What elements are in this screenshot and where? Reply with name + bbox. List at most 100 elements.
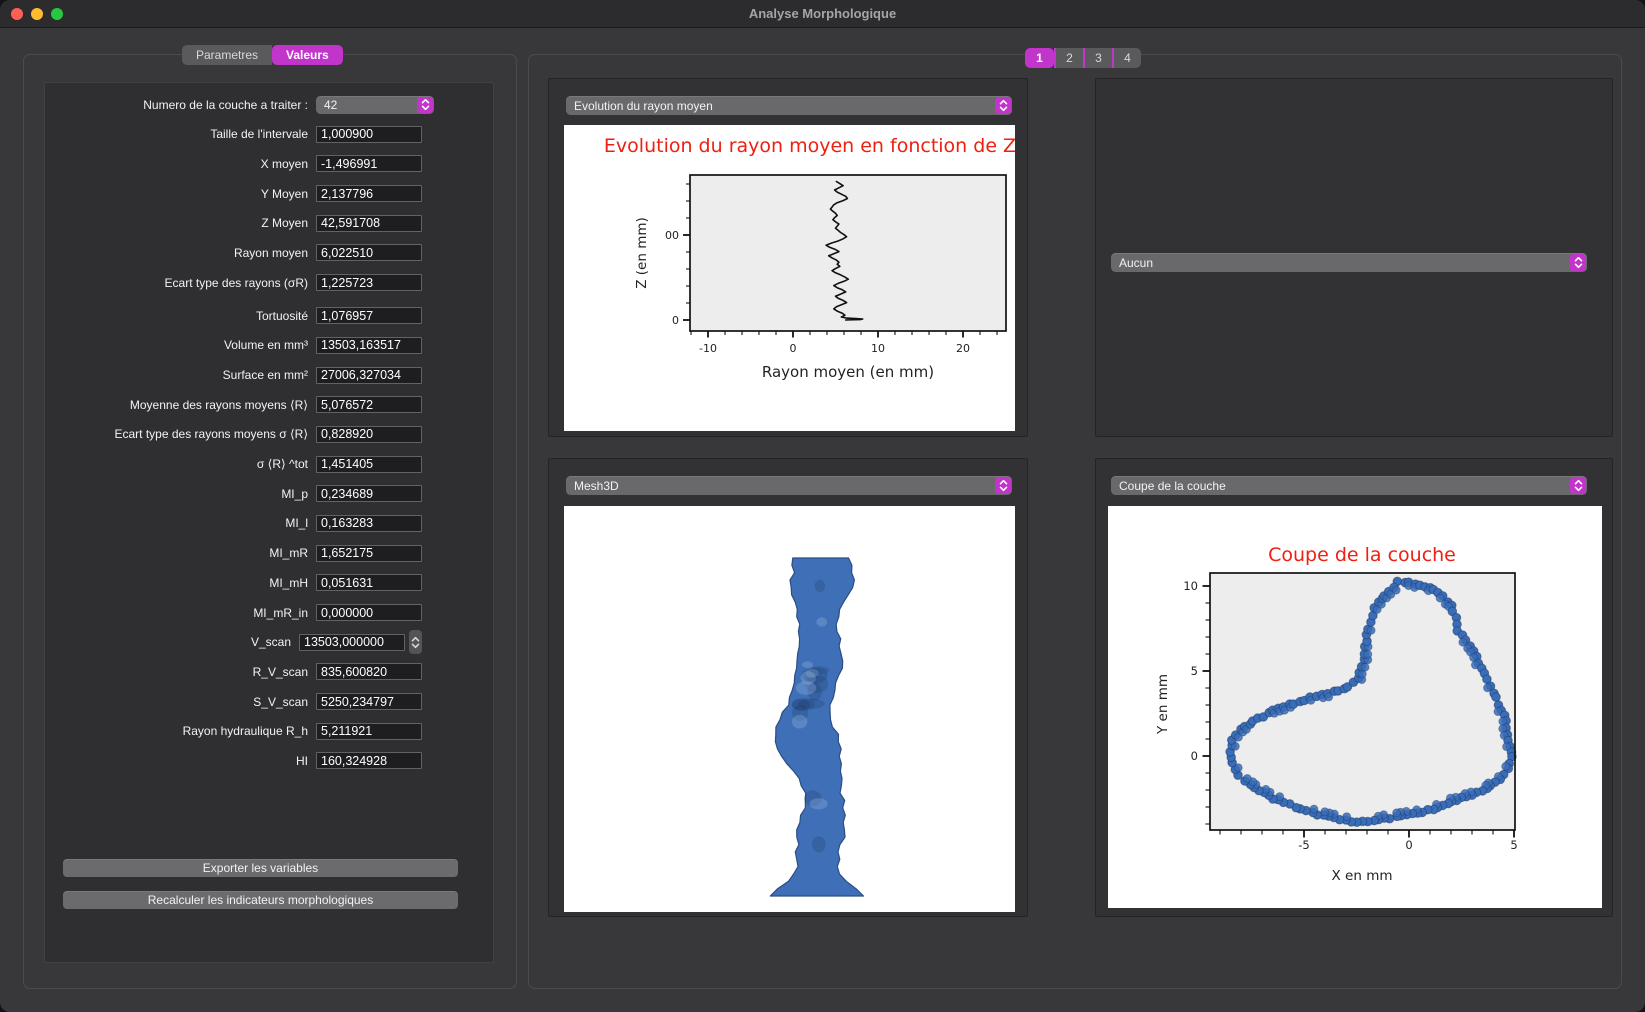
field-row: HI	[45, 752, 422, 769]
value-field-tortuosit[interactable]	[316, 307, 422, 324]
mesh3d-dropdown[interactable]: Mesh3D	[566, 476, 1012, 495]
value-field-ecart-type-des-rayons-moyens-r[interactable]	[316, 426, 422, 443]
field-row: Volume en mm³	[45, 337, 422, 354]
evolution-chart-svg: Evolution du rayon moyen en fonction de …	[564, 125, 1015, 431]
svg-text:0: 0	[790, 342, 797, 355]
page-tab-1[interactable]: 1	[1025, 48, 1054, 68]
field-label: Volume en mm³	[45, 338, 316, 352]
evolution-panel: Evolution du rayon moyen Evolution du ra…	[548, 78, 1028, 437]
value-field-ecart-type-des-rayons-r[interactable]	[316, 274, 422, 291]
field-row: Y Moyen	[45, 185, 422, 202]
field-row: X moyen	[45, 155, 422, 172]
value-field-r-tot[interactable]	[316, 456, 422, 473]
titlebar: Analyse Morphologique	[0, 0, 1645, 28]
zoom-window-button[interactable]	[51, 8, 63, 20]
coupe-dropdown[interactable]: Coupe de la couche	[1111, 476, 1587, 495]
fields-list: Numero de la couche a traiter : 42 Taille …	[45, 96, 422, 782]
field-label: Numero de la couche a traiter :	[45, 98, 316, 112]
field-label: Moyenne des rayons moyens ⟨R⟩	[45, 398, 316, 412]
svg-text:10: 10	[871, 342, 885, 355]
page-tab-2[interactable]: 2	[1054, 48, 1083, 68]
svg-text:20: 20	[956, 342, 970, 355]
value-field-hi[interactable]	[316, 752, 422, 769]
value-field-mi-mr-in[interactable]	[316, 604, 422, 621]
field-row: Moyenne des rayons moyens ⟨R⟩	[45, 396, 422, 413]
field-row: Taille de l'intervale	[45, 126, 422, 143]
export-variables-button[interactable]: Exporter les variables	[63, 859, 458, 877]
svg-text:5: 5	[1191, 664, 1198, 678]
field-row: σ ⟨R⟩ ^tot	[45, 456, 422, 473]
value-field-mi-mr[interactable]	[316, 545, 422, 562]
dropdown-label: 42	[324, 98, 337, 112]
field-row: Ecart type des rayons (σR)	[45, 274, 422, 291]
svg-text:Y en mm: Y en mm	[1155, 674, 1171, 735]
svg-text:10: 10	[1183, 579, 1198, 593]
field-label: Rayon moyen	[45, 246, 316, 260]
stepper-icon	[417, 97, 433, 113]
field-row: R_V_scan	[45, 663, 422, 680]
field-label: Surface en mm²	[45, 368, 316, 382]
field-row: MI_mR_in	[45, 604, 422, 621]
value-field-mi-p[interactable]	[316, 485, 422, 502]
value-field-rayon-hydraulique-r-h[interactable]	[316, 723, 422, 740]
svg-text:00: 00	[665, 229, 679, 242]
page-tab-3[interactable]: 3	[1083, 48, 1112, 68]
app-window: Analyse Morphologique ParametresValeurs …	[0, 0, 1645, 1012]
value-field-mi-mh[interactable]	[316, 574, 422, 591]
dropdown-label: Evolution du rayon moyen	[574, 99, 713, 113]
field-label: MI_mH	[45, 576, 316, 590]
window-title: Analyse Morphologique	[749, 6, 896, 21]
coupe-panel: Coupe de la couche Coupe de la couche-50…	[1095, 458, 1613, 917]
field-label: V_scan	[45, 635, 299, 649]
evolution-chart-canvas: Evolution du rayon moyen en fonction de …	[564, 125, 1015, 431]
close-window-button[interactable]	[11, 8, 23, 20]
field-label: HI	[45, 754, 316, 768]
value-field-v-scan[interactable]	[299, 634, 405, 651]
value-field-rayon-moyen[interactable]	[316, 244, 422, 261]
field-label: Rayon hydraulique R_h	[45, 724, 316, 738]
minimize-window-button[interactable]	[31, 8, 43, 20]
field-label: σ ⟨R⟩ ^tot	[45, 457, 316, 471]
svg-text:Coupe de la couche: Coupe de la couche	[1268, 544, 1456, 566]
value-field-r-v-scan[interactable]	[316, 663, 422, 680]
value-field-z-moyen[interactable]	[316, 215, 422, 232]
mesh3d-svg	[564, 506, 1015, 912]
field-label: Taille de l'intervale	[45, 127, 316, 141]
main-content: ParametresValeurs Numero de la couche a …	[0, 28, 1645, 1012]
tab-valeurs[interactable]: Valeurs	[272, 45, 343, 65]
value-field-surface-en-mm[interactable]	[316, 367, 422, 384]
svg-text:Evolution du rayon moyen en fo: Evolution du rayon moyen en fonction de …	[604, 135, 1015, 157]
value-field-x-moyen[interactable]	[316, 155, 422, 172]
parametres-valeurs-tabs: ParametresValeurs	[182, 45, 343, 65]
coupe-chart-svg: Coupe de la couche-5050510Y en mmX en mm	[1108, 506, 1602, 908]
page-tab-4[interactable]: 4	[1112, 48, 1141, 68]
field-label: Tortuosité	[45, 309, 316, 323]
evolution-dropdown[interactable]: Evolution du rayon moyen	[566, 96, 1012, 115]
value-field-mi-l[interactable]	[316, 515, 422, 532]
value-field-moyenne-des-rayons-moyens-r[interactable]	[316, 396, 422, 413]
recalculate-indicators-button[interactable]: Recalculer les indicateurs morphologique…	[63, 891, 458, 909]
field-row: MI_mH	[45, 574, 422, 591]
field-label: MI_l	[45, 516, 316, 530]
tab-parametres[interactable]: Parametres	[182, 45, 272, 65]
value-field-taille-de-l-intervale[interactable]	[316, 126, 422, 143]
stepper-icon	[1570, 254, 1586, 271]
dropdown-label: Coupe de la couche	[1119, 479, 1226, 493]
field-row: S_V_scan	[45, 693, 422, 710]
layer-number-dropdown[interactable]: 42	[316, 96, 434, 114]
aucun-dropdown[interactable]: Aucun	[1111, 253, 1587, 272]
value-field-y-moyen[interactable]	[316, 185, 422, 202]
field-label: Z Moyen	[45, 216, 316, 230]
dropdown-label: Aucun	[1119, 256, 1153, 270]
field-row: MI_l	[45, 515, 422, 532]
field-row: Z Moyen	[45, 215, 422, 232]
field-label: R_V_scan	[45, 665, 316, 679]
svg-text:0: 0	[672, 314, 679, 327]
value-field-volume-en-mm[interactable]	[316, 337, 422, 354]
value-field-s-v-scan[interactable]	[316, 693, 422, 710]
svg-text:X en mm: X en mm	[1332, 868, 1393, 884]
mesh3d-canvas[interactable]	[564, 506, 1015, 912]
field-label: Ecart type des rayons moyens σ ⟨R⟩	[45, 427, 316, 441]
field-row: V_scan	[45, 634, 422, 651]
v-scan-stepper[interactable]	[409, 630, 422, 654]
